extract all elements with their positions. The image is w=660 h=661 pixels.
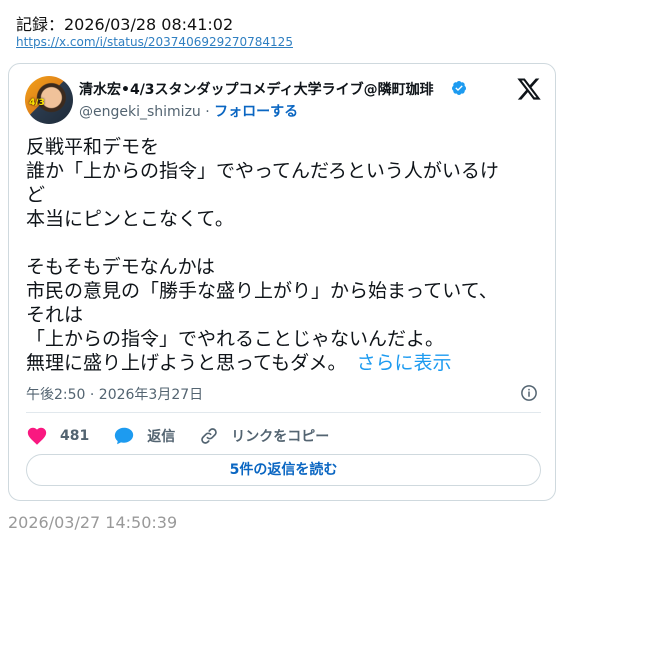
tweet-line: 本当にピンとこなくて。 — [26, 208, 234, 230]
follow-button[interactable]: フォローする — [214, 104, 298, 120]
tweet-line: そもそもデモなんかは — [26, 256, 215, 278]
read-replies-button[interactable]: 5件の返信を読む — [26, 454, 541, 486]
avatar[interactable]: 4/3 — [25, 76, 73, 124]
verified-badge-icon — [452, 81, 467, 95]
tweet-line: 「上からの指令」でやれることじゃないんだよ。 — [26, 328, 445, 350]
tweet-line: それは — [26, 304, 84, 326]
tweet-url-link[interactable]: https://x.com/i/status/20374069292707841… — [16, 35, 293, 49]
heart-icon — [27, 427, 47, 445]
tweet-line: 無理に盛り上げようと思ってもダメ。 — [26, 352, 347, 374]
show-more-link[interactable]: さらに表示 — [357, 352, 452, 374]
author-handle[interactable]: @engeki_shimizu — [79, 104, 201, 120]
handle-row: @engeki_shimizu · フォローする — [79, 101, 298, 121]
reply-action-button[interactable]: 返信 — [113, 425, 175, 447]
copy-link-label: リンクをコピー — [231, 429, 330, 445]
footer-timestamp: 2026/03/27 14:50:39 — [8, 513, 178, 532]
info-icon[interactable] — [520, 384, 538, 402]
divider — [26, 412, 541, 413]
link-icon — [201, 428, 218, 444]
x-logo-icon[interactable] — [516, 76, 542, 102]
avatar-badge-text: 4/3 — [29, 98, 45, 108]
tweet-line: 誰か「上からの指令」でやってんだろという人がいるけ — [26, 160, 499, 182]
tweet-line — [26, 231, 541, 255]
reply-bubble-icon — [115, 427, 134, 445]
reply-label: 返信 — [147, 429, 176, 445]
tweet-timestamp[interactable]: 午後2:50 · 2026年3月27日 — [26, 384, 203, 404]
handle-separator: · — [205, 104, 210, 120]
tweet-card: 4/3 清水宏•4/3スタンダップコメディ大学ライブ@隣町珈琲 @engeki_… — [8, 63, 556, 501]
tweet-last-line: 無理に盛り上げようと思ってもダメ。 さらに表示 — [26, 351, 541, 375]
like-button[interactable]: 481 — [26, 425, 89, 447]
tweet-line: ど — [26, 184, 46, 206]
tweet-line: 市民の意見の「勝手な盛り上がり」から始まっていて、 — [26, 280, 498, 302]
record-header: 記録：2026/03/28 08:41:02 — [16, 15, 234, 34]
author-name[interactable]: 清水宏•4/3スタンダップコメディ大学ライブ@隣町珈琲 — [79, 79, 434, 99]
action-bar: 481 返信 リンクをコピー — [26, 424, 353, 448]
like-count: 481 — [60, 428, 90, 444]
tweet-body: 反戦平和デモを 誰か「上からの指令」でやってんだろという人がいるけ ど 本当にピ… — [26, 135, 541, 375]
copy-link-button[interactable]: リンクをコピー — [199, 426, 329, 446]
tweet-line: 反戦平和デモを — [26, 136, 160, 158]
